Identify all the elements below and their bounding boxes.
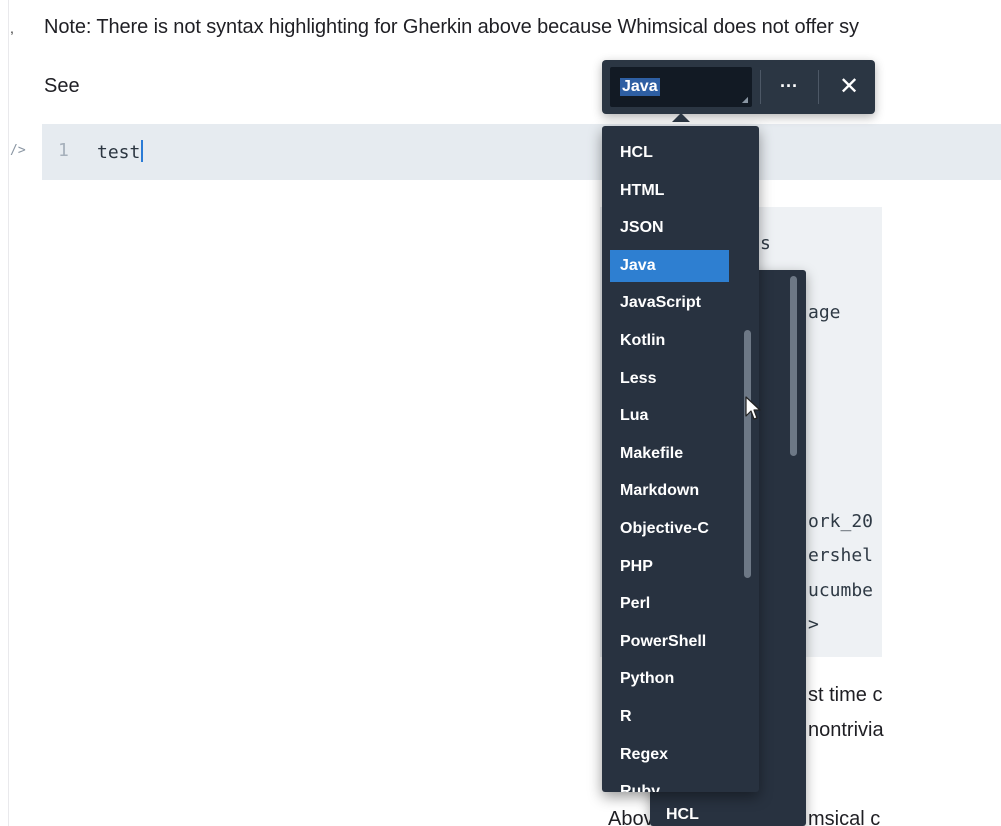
- background-text-fragment: Abov: [608, 808, 654, 826]
- background-code-fragment: ucumbe: [808, 580, 874, 601]
- toolbar-divider: [760, 70, 761, 104]
- background-code-fragment: ershel: [808, 545, 874, 566]
- line-number: 1: [58, 140, 69, 161]
- language-option[interactable]: Kotlin: [610, 325, 729, 357]
- resize-grip-icon: ◢: [741, 95, 748, 104]
- background-text-fragment: msical c: [808, 808, 881, 826]
- language-option[interactable]: PHP: [610, 551, 729, 583]
- language-option[interactable]: Less: [610, 363, 729, 395]
- text-caret: [141, 140, 144, 162]
- mouse-pointer-icon: [745, 396, 761, 420]
- language-option[interactable]: JavaScript: [610, 287, 729, 319]
- code-line-text[interactable]: test: [97, 142, 140, 163]
- page: , Note: There is not syntax highlighting…: [0, 0, 1001, 826]
- language-option[interactable]: Java: [610, 250, 729, 282]
- code-line[interactable]: test: [97, 140, 144, 163]
- language-option[interactable]: Markdown: [610, 475, 729, 507]
- language-option[interactable]: Python: [610, 663, 729, 695]
- code-block[interactable]: [42, 124, 1001, 180]
- language-option[interactable]: Perl: [610, 588, 729, 620]
- language-option[interactable]: JSON: [610, 212, 729, 244]
- note-paragraph: Note: There is not syntax highlighting f…: [44, 16, 859, 38]
- toolbar-pointer: [672, 113, 690, 122]
- edge-mark: ,: [10, 20, 14, 36]
- left-edge-divider: [8, 0, 9, 826]
- ellipsis-icon[interactable]: ···: [770, 67, 808, 107]
- language-option[interactable]: PowerShell: [610, 626, 729, 658]
- close-icon[interactable]: ✕: [830, 67, 868, 107]
- secondary-dropdown-scrollbar[interactable]: [790, 276, 797, 456]
- background-text-fragment: nontrivia: [808, 719, 884, 741]
- language-select[interactable]: Java ◢: [610, 67, 752, 107]
- toolbar-divider: [818, 70, 819, 104]
- language-dropdown[interactable]: HCL HTML JSON Java JavaScript Kotlin Less Lua Ma…: [602, 126, 759, 792]
- language-select-value[interactable]: Java: [620, 78, 660, 96]
- secondary-dropdown-item[interactable]: HCL: [666, 806, 699, 824]
- see-paragraph: See: [44, 75, 80, 97]
- code-icon[interactable]: />: [10, 143, 26, 158]
- language-option[interactable]: HCL: [610, 137, 729, 169]
- language-option[interactable]: R: [610, 701, 729, 733]
- background-code-fragment: age: [808, 302, 841, 323]
- language-option[interactable]: HTML: [610, 175, 729, 207]
- language-option[interactable]: Lua: [610, 400, 729, 432]
- background-code-fragment: ork_20: [808, 511, 874, 532]
- background-code-fragment: s: [760, 233, 771, 254]
- language-option[interactable]: Objective-C: [610, 513, 729, 545]
- language-option[interactable]: Regex: [610, 739, 729, 771]
- language-option[interactable]: Ruby: [610, 776, 729, 792]
- background-text-fragment: st time c: [808, 684, 883, 706]
- dropdown-scrollbar-thumb[interactable]: [744, 330, 751, 578]
- language-option[interactable]: Makefile: [610, 438, 729, 470]
- background-code-fragment: >: [808, 614, 819, 635]
